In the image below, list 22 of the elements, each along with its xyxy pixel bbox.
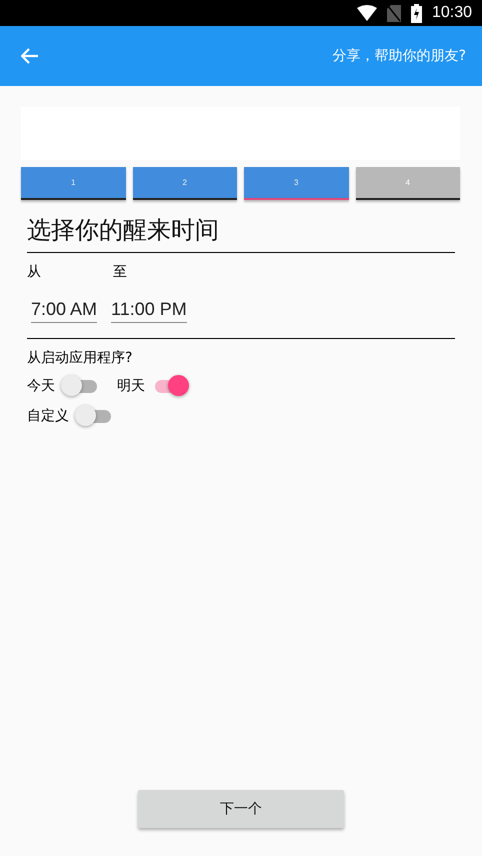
back-arrow-icon[interactable] <box>21 48 39 64</box>
status-time: 10:30 <box>432 4 472 22</box>
step-tab[interactable]: 2 <box>132 167 237 200</box>
switch-label: 明天 <box>117 377 145 395</box>
next-button[interactable]: 下一个 <box>138 790 344 828</box>
switch-label: 今天 <box>27 377 55 395</box>
step-tab[interactable]: 4 <box>356 167 460 200</box>
from-label: 从 <box>27 263 42 281</box>
to-time-field[interactable]: 11:00 PM <box>111 299 187 323</box>
share-link[interactable]: 分享，帮助你的朋友? <box>332 47 466 65</box>
battery-charging-icon <box>410 4 422 22</box>
step-tab[interactable]: 1 <box>21 167 126 200</box>
step-tab[interactable]: 3 <box>244 167 348 200</box>
toggle-switch[interactable] <box>61 375 99 397</box>
wifi-icon <box>356 5 377 21</box>
toggle-switch[interactable] <box>75 405 113 427</box>
to-label: 至 <box>113 263 127 281</box>
no-sim-icon <box>386 4 401 22</box>
section-title: 选择你的醒来时间 <box>27 214 455 253</box>
from-time-field[interactable]: 7:00 AM <box>31 299 98 323</box>
switch-label: 自定义 <box>27 407 69 425</box>
question-label: 从启动应用程序? <box>27 349 134 367</box>
